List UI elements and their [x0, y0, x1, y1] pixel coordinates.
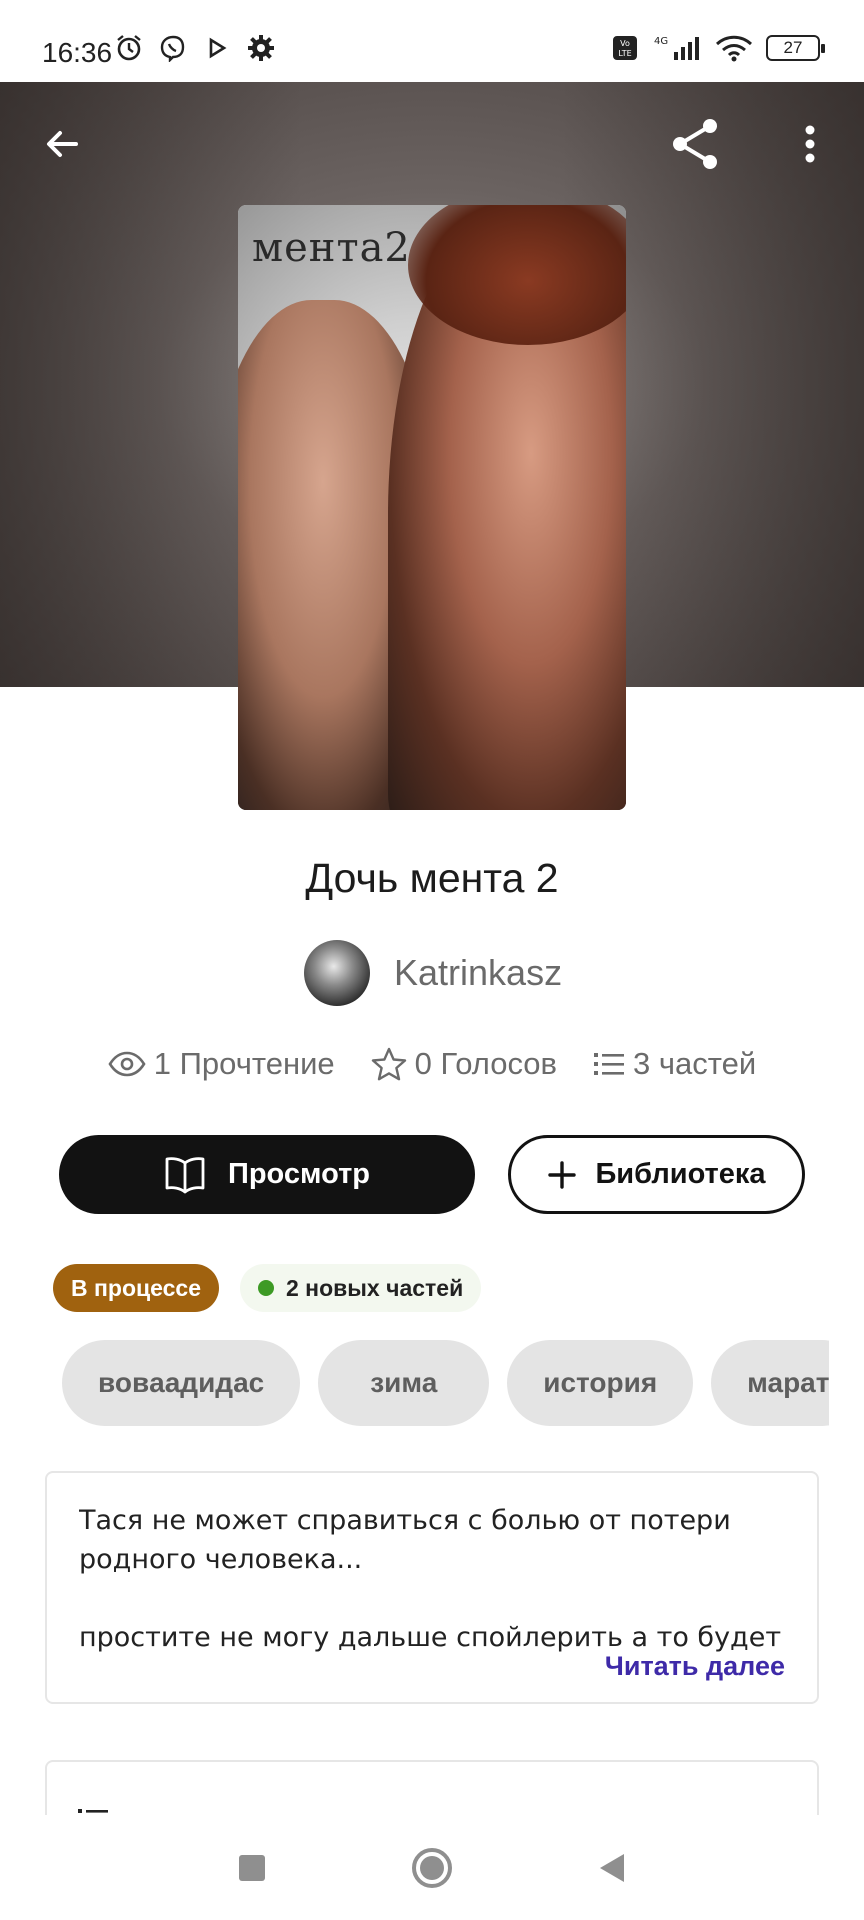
author-link[interactable]: Katrinkasz — [304, 940, 562, 1006]
more-options-button[interactable] — [780, 114, 840, 174]
svg-text:4G: 4G — [654, 36, 668, 47]
open-book-icon — [165, 1156, 205, 1193]
tag-chip[interactable]: вовaадидас — [62, 1340, 301, 1426]
tag-chip[interactable]: марат — [711, 1340, 829, 1426]
plus-icon — [548, 1160, 577, 1189]
reads-stat: 1 Прочтение — [108, 1046, 335, 1082]
svg-text:LTE: LTE — [618, 49, 631, 58]
play-icon — [202, 33, 232, 63]
viber-icon — [158, 33, 188, 63]
new-indicator-dot-icon — [258, 1280, 274, 1296]
home-button[interactable] — [407, 1843, 457, 1893]
read-more-link[interactable]: Читать далее — [605, 1651, 785, 1682]
svg-text:Vo: Vo — [620, 39, 630, 48]
parts-count: 3 частей — [633, 1046, 757, 1081]
recents-button[interactable] — [227, 1843, 277, 1893]
list-icon — [594, 1053, 625, 1075]
home-circle-icon — [412, 1847, 452, 1888]
volte-icon: Vo LTE — [610, 33, 640, 63]
status-time: 16:36 — [42, 37, 113, 68]
tag-chip[interactable]: история — [507, 1340, 694, 1426]
arrow-left-icon — [47, 131, 78, 157]
signal-icon: 4G — [652, 33, 702, 63]
parts-stat: 3 частей — [593, 1046, 756, 1082]
author-avatar[interactable] — [304, 940, 370, 1006]
status-bar: 16:36 Vo LTE 4G 27 — [0, 0, 864, 82]
more-vertical-icon — [805, 125, 815, 163]
eye-icon — [108, 1051, 146, 1077]
author-name[interactable]: Katrinkasz — [394, 952, 562, 994]
description-text: Тася не может справиться с болью от поте… — [79, 1505, 782, 1653]
share-button[interactable] — [666, 114, 726, 174]
book-cover[interactable]: мента2 — [238, 205, 626, 810]
square-icon — [239, 1854, 265, 1881]
cover-title-text: мента2 — [252, 225, 411, 271]
status-badge: В процессе — [53, 1264, 219, 1312]
reads-count: 1 Прочтение — [153, 1046, 335, 1081]
book-title: Дочь мента 2 — [305, 855, 559, 901]
system-navigation-bar — [0, 1815, 864, 1920]
new-parts-badge: 2 новых частей — [240, 1264, 482, 1312]
votes-stat: 0 Голосов — [371, 1046, 557, 1082]
new-parts-label: 2 новых частей — [286, 1274, 464, 1301]
tags-list[interactable]: вовaадидас зима история марат — [62, 1340, 829, 1426]
settings-gear-icon — [246, 33, 276, 63]
wifi-icon — [714, 33, 754, 63]
description-card: Тася не может справиться с болью от поте… — [45, 1471, 819, 1704]
status-icons-left — [114, 33, 276, 63]
back-button[interactable] — [32, 114, 92, 174]
status-icons-right: Vo LTE 4G 27 — [610, 33, 825, 63]
triangle-back-icon — [600, 1853, 624, 1882]
votes-count: 0 Голосов — [414, 1046, 558, 1081]
add-to-library-button[interactable]: Библиотека — [508, 1135, 805, 1214]
alarm-icon — [114, 33, 144, 63]
library-button-label: Библиотека — [595, 1158, 766, 1190]
read-button[interactable]: Просмотр — [59, 1135, 475, 1214]
read-button-label: Просмотр — [228, 1158, 370, 1190]
tag-chip[interactable]: зима — [318, 1340, 490, 1426]
share-icon — [673, 119, 717, 169]
book-stats: 1 Прочтение 0 Голосов 3 частей — [0, 1046, 864, 1082]
battery-indicator: 27 — [766, 35, 825, 61]
back-nav-button[interactable] — [587, 1843, 637, 1893]
star-icon — [371, 1047, 406, 1081]
